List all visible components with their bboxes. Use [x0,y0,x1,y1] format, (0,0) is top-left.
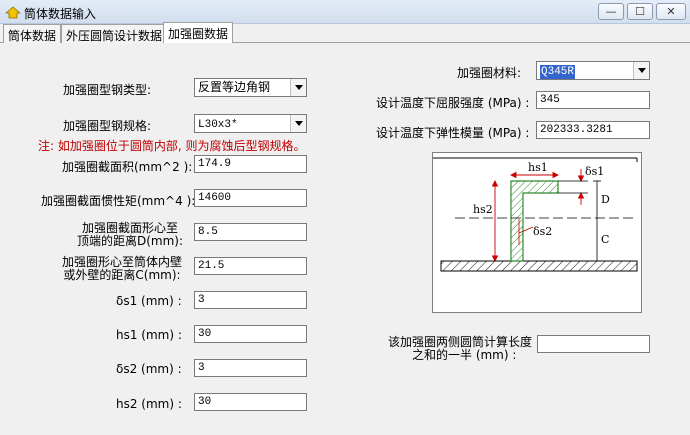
tab-shell-data[interactable]: 筒体数据 [3,24,62,43]
material-value: Q345R [540,65,576,79]
inertia-input[interactable]: 14600 [194,189,307,207]
hs1-dim-label: hs1 [528,161,548,174]
steel-type-select[interactable]: 反置等边角钢 [194,78,307,97]
hs2-label: hs2 (mm) : [116,397,182,411]
steel-spec-value: L30x3* [198,119,238,131]
d-label-line2: 顶端的距离D(mm): [76,234,184,248]
area-label: 加强圈截面积(mm^2 ): [62,160,193,174]
material-label: 加强圈材料: [457,66,522,80]
tab-stiffening-ring[interactable]: 加强圈数据 [163,22,234,43]
length-label: 该加强圈两侧圆筒计算长度 之和的一半 (mm) : [388,336,536,362]
chevron-down-icon[interactable] [290,115,306,132]
chevron-down-icon[interactable] [290,79,306,96]
maximize-button[interactable]: ☐ [627,3,653,20]
c-dim-label: C [601,233,609,246]
c-input[interactable]: 21.5 [194,257,307,275]
area-input[interactable]: 174.9 [194,155,307,173]
title-bar: 筒体数据输入 — ☐ ✕ [0,0,690,24]
ds1-input[interactable]: 3 [194,291,307,309]
yield-input[interactable]: 345 [536,91,650,109]
close-icon: ✕ [666,5,676,18]
inertia-label: 加强圈截面惯性矩(mm^4 ): [41,194,196,208]
ds1-dim-label: δs1 [585,165,604,178]
hs1-input[interactable]: 30 [194,325,307,343]
ds2-input[interactable]: 3 [194,359,307,377]
length-label-line2: 之和的一半 (mm) : [412,348,517,362]
d-dim-label: D [601,193,610,206]
app-icon [5,6,21,19]
ds1-label: δs1 (mm) : [116,294,182,308]
stiffener-diagram: hs1 δs1 hs2 δs2 D C [432,152,642,313]
minimize-button[interactable]: — [598,3,624,20]
material-select[interactable]: Q345R [536,61,650,80]
ds2-dim-label: δs2 [533,225,552,238]
steel-spec-label: 加强圈型钢规格: [63,119,152,133]
ds2-label: δs2 (mm) : [116,362,182,376]
window-title: 筒体数据输入 [24,7,97,21]
yield-label: 设计温度下屈服强度 (MPa) : [376,96,530,110]
chevron-down-icon[interactable] [633,62,649,79]
steel-type-value: 反置等边角钢 [198,80,271,94]
spec-note: 注: 如加强圈位于圆筒内部, 则为腐蚀后型钢规格。 [38,139,306,153]
length-input[interactable] [537,335,650,353]
angle-profile [510,180,559,262]
hs2-dim-label: hs2 [473,203,493,216]
hs1-label: hs1 (mm) : [116,328,182,342]
d-label: 加强圈截面形心至 顶端的距离D(mm): [70,222,190,248]
close-button[interactable]: ✕ [656,3,686,20]
modulus-label: 设计温度下弹性模量 (MPa) : [376,126,530,140]
c-label: 加强圈形心至筒体内壁 或外壁的距离C(mm): [52,256,192,282]
modulus-input[interactable]: 202333.3281 [536,121,650,139]
shell-plate [440,260,638,272]
c-label-line2: 或外壁的距离C(mm): [63,268,181,282]
minimize-icon: — [605,5,617,18]
hs2-input[interactable]: 30 [194,393,307,411]
d-input[interactable]: 8.5 [194,223,307,241]
tab-external-pressure[interactable]: 外压圆筒设计数据 [61,24,168,43]
angle-section-svg: hs1 δs1 hs2 δs2 D C [433,157,638,272]
steel-type-label: 加强圈型钢类型: [63,83,152,97]
steel-spec-select[interactable]: L30x3* [194,114,307,133]
maximize-icon: ☐ [635,5,645,18]
